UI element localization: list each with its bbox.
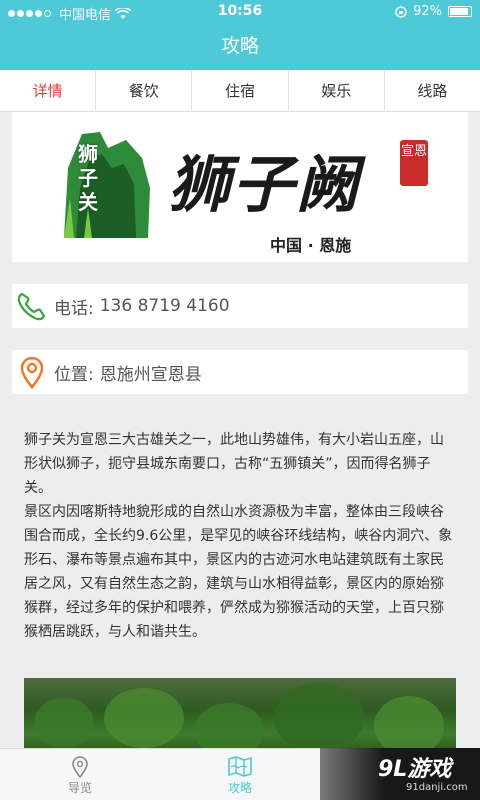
nav-guide[interactable]: 导览: [0, 749, 160, 800]
nav-strategy[interactable]: 攻略: [160, 749, 320, 800]
page-title: 攻略: [0, 24, 480, 70]
scenic-photo: [24, 678, 456, 748]
battery-icon: [448, 6, 472, 17]
tab-details[interactable]: 详情: [0, 70, 97, 111]
site-watermark: 9L游戏 91danji.com: [320, 748, 480, 800]
battery-group: 92%: [395, 4, 472, 19]
description-paragraph: 狮子关为宣恩三大古雄关之一，此地山势雄伟，有大小岩山五座，山形状似狮子，扼守县城…: [24, 432, 444, 496]
tab-dining[interactable]: 餐饮: [96, 70, 193, 111]
scenic-logo-banner: 狮子关 狮子阙 宣恩 中国 · 恩施: [12, 112, 468, 262]
red-seal: 宣恩: [400, 140, 428, 186]
book-map-icon: [228, 756, 252, 777]
detail-content[interactable]: 狮子关 狮子阙 宣恩 中国 · 恩施 电话: 136 8719 4160 位置:…: [0, 112, 480, 748]
battery-percent: 92%: [413, 4, 442, 19]
brand-calligraphy: 狮子阙: [168, 148, 361, 221]
location-label: 位置:: [54, 364, 94, 385]
location-pin-icon: [12, 352, 52, 392]
nav-guide-label: 导览: [67, 781, 92, 795]
phone-icon: [12, 286, 52, 326]
vertical-brand-text: 狮子关: [78, 142, 98, 214]
phone-label: 电话:: [54, 298, 94, 319]
rotation-lock-icon: [395, 5, 407, 18]
description: 狮子关为宣恩三大古雄关之一，此地山势雄伟，有大小岩山五座，山形状似狮子，扼守县城…: [24, 428, 456, 644]
watermark-logo: 9L游戏: [378, 757, 452, 782]
description-paragraph: 景区内因喀斯特地貌形成的自然山水资源极为丰富，整体由三段峡谷围合而成，全长约9.…: [24, 504, 453, 640]
category-tabs: 详情 餐饮 住宿 娱乐 线路: [0, 70, 480, 112]
location-row[interactable]: 位置: 恩施州宣恩县: [12, 350, 468, 394]
tab-entertainment[interactable]: 娱乐: [289, 70, 385, 111]
status-bar: 中国电信 10:56 92%: [0, 0, 480, 24]
banner-subtitle: 中国 · 恩施: [270, 236, 352, 255]
location-value: 恩施州宣恩县: [99, 364, 202, 385]
phone-number[interactable]: 136 8719 4160: [100, 296, 230, 316]
watermark-url: 91danji.com: [406, 782, 468, 793]
map-pin-icon: [72, 756, 88, 779]
phone-row[interactable]: 电话: 136 8719 4160: [12, 284, 468, 328]
rock-logo-icon: [64, 132, 150, 238]
tab-lodging[interactable]: 住宿: [192, 70, 289, 111]
nav-strategy-label: 攻略: [227, 781, 252, 795]
tab-routes[interactable]: 线路: [385, 70, 480, 111]
